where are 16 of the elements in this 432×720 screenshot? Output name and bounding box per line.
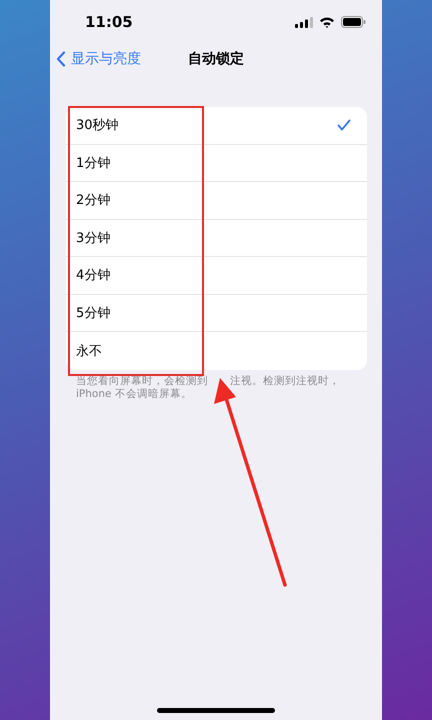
option-row[interactable]: 30秒钟 xyxy=(66,107,367,144)
option-row[interactable]: 3分钟 xyxy=(66,220,367,257)
chevron-icon xyxy=(56,51,66,67)
footer-text: 注视。检测到注视时， xyxy=(230,374,340,388)
status-time: 11:05 xyxy=(85,13,133,31)
option-row[interactable]: 1分钟 xyxy=(66,144,367,182)
battery-icon xyxy=(341,16,366,28)
signal-icon xyxy=(295,16,313,28)
wifi-icon xyxy=(319,16,335,28)
option-row[interactable]: 永不 xyxy=(66,332,367,370)
option-row[interactable]: 5分钟 xyxy=(66,294,367,332)
page-title: 自动锁定 xyxy=(188,50,244,68)
back-button[interactable]: 显示与亮度 xyxy=(56,50,141,68)
option-row[interactable]: 2分钟 xyxy=(66,182,367,220)
footer-text: iPhone 不会调暗屏幕。 xyxy=(76,388,192,400)
option-row[interactable]: 4分钟 xyxy=(66,257,367,294)
